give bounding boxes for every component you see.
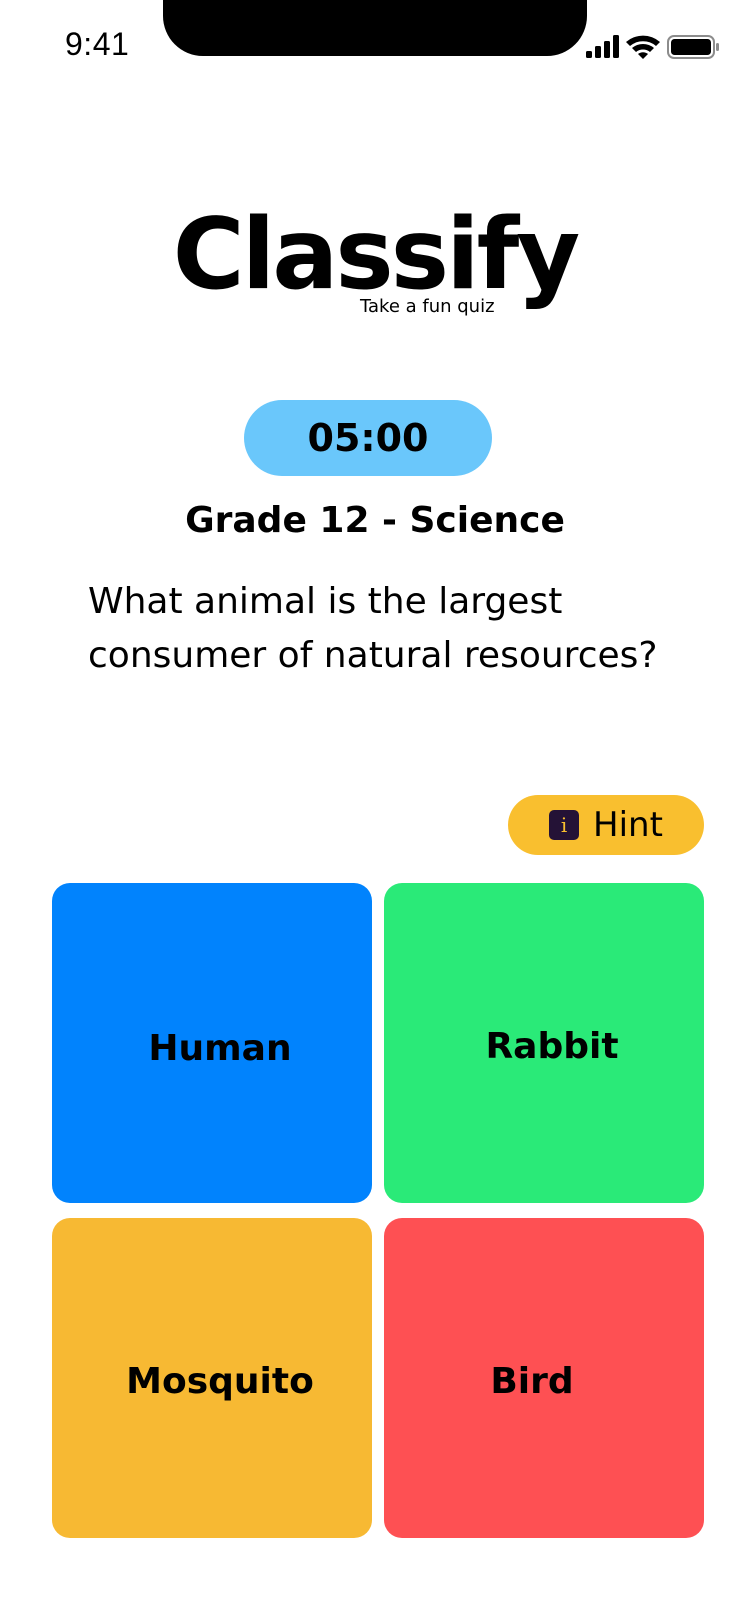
answer-human[interactable]: Human — [52, 883, 372, 1203]
hint-label: Hint — [593, 805, 663, 845]
quiz-timer: 05:00 — [244, 400, 492, 476]
status-bar: 9:41 — [0, 0, 750, 90]
battery-icon — [667, 35, 719, 59]
quiz-subject: Grade 12 - Science — [185, 500, 565, 541]
device-notch — [163, 0, 587, 56]
answer-label: Mosquito — [126, 1360, 314, 1402]
question-text: What animal is the largest consumer of n… — [88, 581, 658, 676]
answer-mosquito[interactable]: Mosquito — [52, 1218, 372, 1538]
answer-label: Bird — [490, 1360, 574, 1402]
status-icons — [586, 35, 719, 59]
hint-button[interactable]: i Hint — [508, 795, 704, 855]
answer-rabbit[interactable]: Rabbit — [384, 883, 704, 1203]
cellular-signal-icon — [586, 35, 619, 58]
logo-subtitle: Take a fun quiz — [360, 296, 495, 317]
wifi-icon — [626, 35, 660, 59]
logo-title: Classify — [172, 198, 580, 312]
answer-label: Rabbit — [485, 1025, 619, 1067]
answer-bird[interactable]: Bird — [384, 1218, 704, 1538]
status-time: 9:41 — [65, 26, 130, 62]
timer-value: 05:00 — [307, 416, 429, 460]
app-logo: Classify Take a fun quiz — [0, 200, 750, 330]
info-icon: i — [549, 810, 580, 840]
answer-label: Human — [148, 1027, 292, 1069]
